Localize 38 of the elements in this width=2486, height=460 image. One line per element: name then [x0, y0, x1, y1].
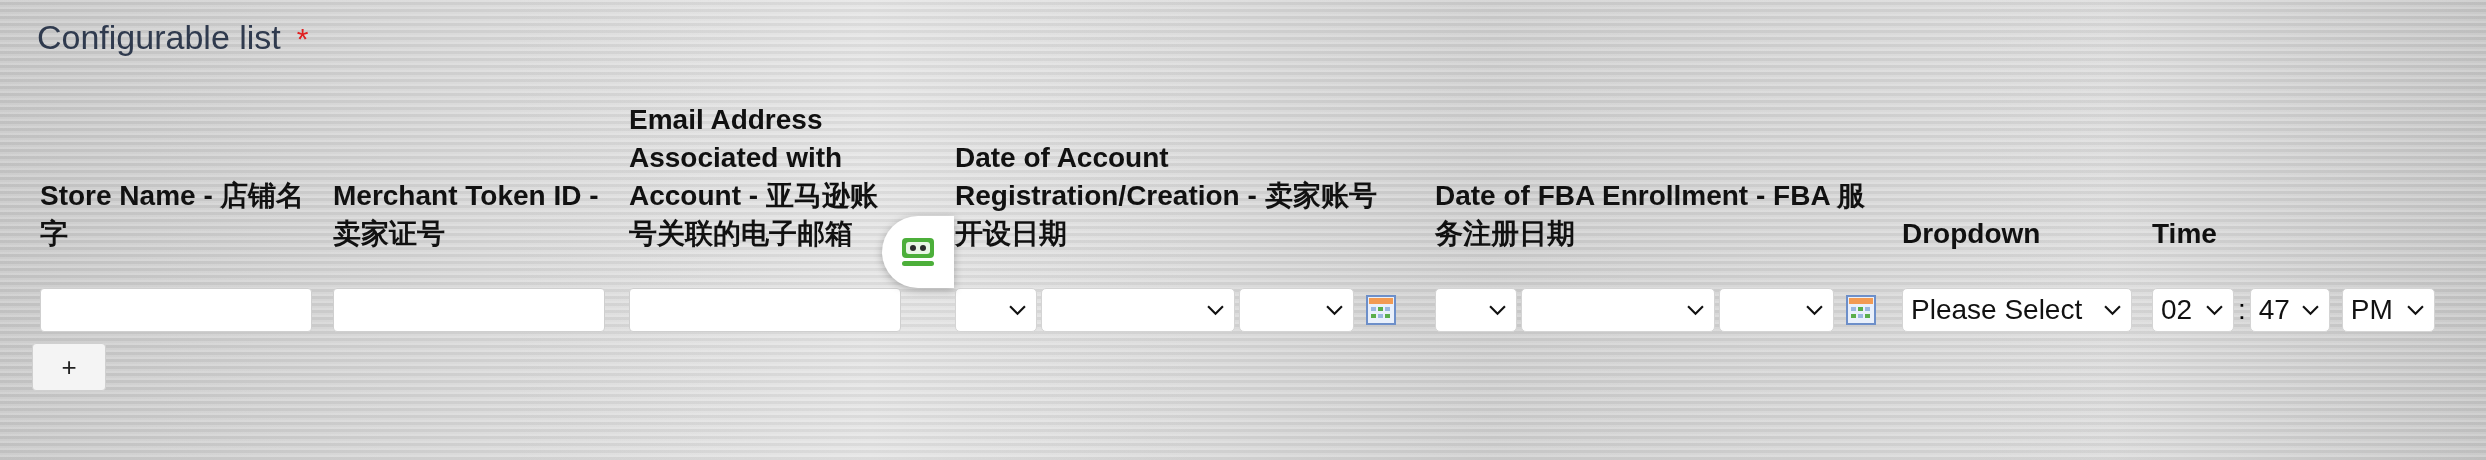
dropdown-select[interactable]: Please Select	[1902, 288, 2132, 332]
column-header: Store Name - 店铺名字	[40, 179, 306, 251]
column-header: Date of Account Registration/Creation - 卖家账号开设日期	[955, 141, 1378, 251]
column-header: Email Address Associated with Account - 亚马逊账号关联的电子邮箱	[629, 103, 879, 251]
text-field[interactable]	[40, 288, 312, 332]
chevron-down-icon	[2301, 304, 2319, 316]
robot-face-icon	[900, 236, 936, 268]
chevron-down-icon	[1806, 304, 1823, 316]
text-field[interactable]	[333, 288, 605, 332]
calendar-icon[interactable]	[1366, 295, 1396, 325]
date-select[interactable]	[1719, 288, 1834, 332]
text-field[interactable]	[629, 288, 901, 332]
date-select[interactable]	[1041, 288, 1235, 332]
date-select[interactable]	[1239, 288, 1354, 332]
date-select[interactable]	[1521, 288, 1715, 332]
date-select[interactable]	[955, 288, 1037, 332]
chevron-down-icon	[2206, 304, 2223, 316]
list-title: Configurable list	[37, 18, 281, 57]
chevron-down-icon	[1207, 304, 1224, 316]
column-header: Time	[2152, 217, 2218, 251]
period-select[interactable]: PM	[2341, 288, 2435, 332]
column-header: Dropdown	[1902, 217, 2042, 251]
column-header: Merchant Token ID - 卖家证号	[333, 179, 600, 251]
chevron-down-icon	[1326, 304, 1343, 316]
time-separator: :	[2238, 294, 2246, 326]
chevron-down-icon	[2406, 304, 2424, 316]
add-row-button[interactable]: +	[32, 343, 106, 391]
chevron-down-icon	[1687, 304, 1704, 316]
calendar-icon[interactable]	[1846, 295, 1876, 325]
minute-select[interactable]: 47	[2249, 288, 2330, 332]
chevron-down-icon	[2104, 304, 2121, 316]
required-mark: *	[296, 22, 309, 56]
chevron-down-icon	[1009, 304, 1026, 316]
hour-select[interactable]: 02	[2152, 288, 2234, 332]
chevron-down-icon	[1489, 304, 1506, 316]
password-manager-badge[interactable]	[882, 216, 954, 288]
date-select[interactable]	[1435, 288, 1517, 332]
column-header: Date of FBA Enrollment - FBA 服务注册日期	[1435, 179, 1867, 251]
